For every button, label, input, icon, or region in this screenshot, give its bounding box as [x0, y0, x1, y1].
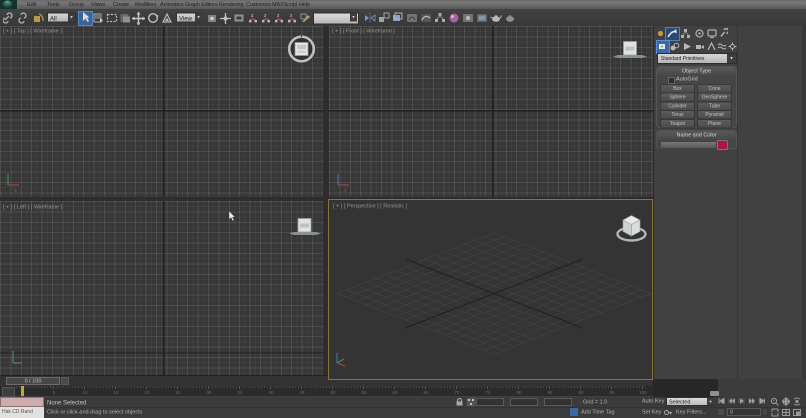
svg-text:x: x — [14, 188, 17, 193]
svg-text:x: x — [344, 188, 347, 193]
svg-text:+: + — [773, 399, 776, 404]
